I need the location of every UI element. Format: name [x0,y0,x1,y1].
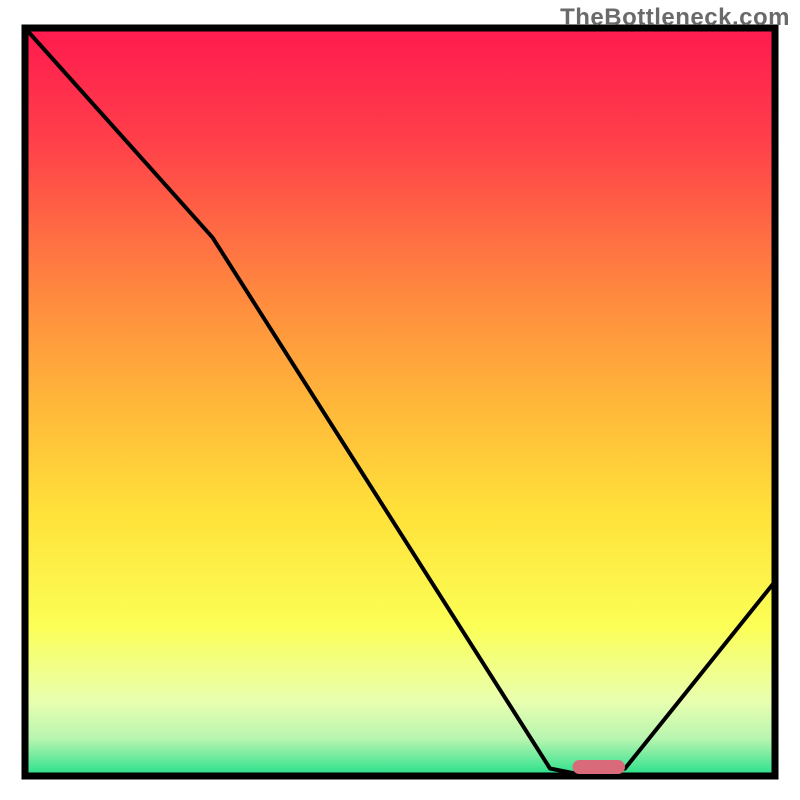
chart-container: TheBottleneck.com [0,0,800,800]
chart-svg [0,0,800,800]
optimal-marker [573,760,626,774]
watermark-text: TheBottleneck.com [560,4,790,32]
